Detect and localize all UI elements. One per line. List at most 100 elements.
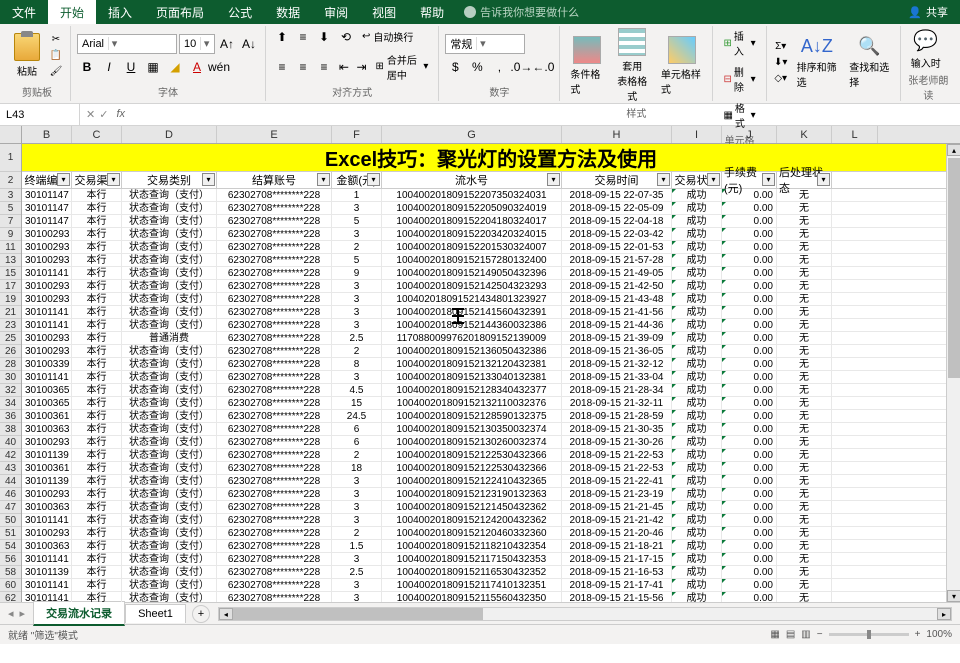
cell[interactable]: 62302708********228 [217,254,332,266]
cell[interactable]: 62302708********228 [217,540,332,552]
cell[interactable]: 成功 [672,566,722,578]
cell[interactable]: 无 [777,267,832,279]
cell[interactable]: 30101141 [22,267,72,279]
cell[interactable]: 30101141 [22,553,72,565]
font-color-button[interactable]: A [187,57,207,77]
cell[interactable]: 62302708********228 [217,228,332,240]
find-select-button[interactable]: 🔍查找和选择 [845,34,894,91]
cell[interactable]: 62302708********228 [217,449,332,461]
cut-button[interactable]: ✂ [48,32,64,46]
cell[interactable]: 0.00 [722,202,777,214]
scroll-down-button[interactable]: ▾ [947,590,960,602]
cell[interactable]: 30100363 [22,501,72,513]
table-header-cell[interactable]: 交易状态▾ [672,172,722,188]
align-right-button[interactable]: ≡ [314,57,334,77]
cell[interactable]: 0.00 [722,397,777,409]
cell[interactable]: 2018-09-15 21-28-34 [562,384,672,396]
cell[interactable]: 状态查询（支付） [122,462,217,474]
cell[interactable]: 62302708********228 [217,553,332,565]
col-header-I[interactable]: I [672,126,722,143]
row-header[interactable]: 25 [0,332,21,345]
cell[interactable]: 2018-09-15 21-20-46 [562,527,672,539]
cell[interactable]: 100400201809152207350324031 [382,189,562,201]
cell[interactable]: 30100293 [22,527,72,539]
cell[interactable]: 成功 [672,254,722,266]
cell[interactable]: 0.00 [722,566,777,578]
row-header[interactable]: 2 [0,172,21,189]
row-header[interactable]: 11 [0,241,21,254]
cell[interactable]: 成功 [672,293,722,305]
cell[interactable]: 状态查询（支付） [122,397,217,409]
cell[interactable]: 成功 [672,540,722,552]
cell[interactable]: 2018-09-15 21-21-45 [562,501,672,513]
tab-insert[interactable]: 插入 [96,0,144,24]
cell[interactable]: 100400201809152120460332360 [382,527,562,539]
cell[interactable]: 30101139 [22,566,72,578]
cell[interactable]: 2 [332,449,382,461]
zoom-in-button[interactable]: + [915,629,921,640]
cell[interactable]: 2018-09-15 21-22-53 [562,449,672,461]
cell[interactable]: 30101141 [22,579,72,591]
cell[interactable]: 62302708********228 [217,319,332,331]
row-header[interactable]: 62 [0,592,21,602]
col-header-D[interactable]: D [122,126,217,143]
table-row[interactable]: 30100293本行普通消费62302708********2282.51170… [22,332,960,345]
fx-button[interactable]: fx [112,108,129,121]
cell[interactable]: 0.00 [722,215,777,227]
view-break-button[interactable]: ▥ [801,629,810,640]
cell[interactable]: 本行 [72,566,122,578]
cell[interactable]: 100400201809152121450432362 [382,501,562,513]
cell[interactable]: 本行 [72,332,122,344]
tab-home[interactable]: 开始 [48,0,96,24]
cell[interactable]: 100400201809152205090324019 [382,202,562,214]
underline-button[interactable]: U [121,57,141,77]
cell[interactable]: 62302708********228 [217,527,332,539]
col-header-C[interactable]: C [72,126,122,143]
filter-button[interactable]: ▾ [547,173,560,186]
cell[interactable]: 2018-09-15 21-18-21 [562,540,672,552]
table-header-cell[interactable]: 手续费(元)▾ [722,172,777,188]
cell[interactable]: 5 [332,215,382,227]
cell[interactable]: 成功 [672,241,722,253]
row-header[interactable]: 32 [0,384,21,397]
cell[interactable]: 2018-09-15 21-41-56 [562,306,672,318]
cell[interactable]: 30100293 [22,488,72,500]
enter-formula-button[interactable]: ✓ [99,108,108,121]
table-row[interactable]: 30100293本行状态查询（支付）62302708********228210… [22,241,960,254]
cell[interactable]: 无 [777,345,832,357]
cell[interactable]: 100400201809152122530432366 [382,462,562,474]
cell[interactable]: 成功 [672,280,722,292]
cell[interactable]: 4.5 [332,384,382,396]
cell[interactable]: 成功 [672,319,722,331]
cell[interactable]: 2 [332,527,382,539]
cell[interactable]: 本行 [72,215,122,227]
cell[interactable]: 0.00 [722,514,777,526]
table-row[interactable]: 30100339本行状态查询（支付）62302708********228810… [22,358,960,371]
cell[interactable]: 2018-09-15 21-49-05 [562,267,672,279]
cell[interactable]: 无 [777,306,832,318]
scroll-left-button[interactable]: ◂ [219,608,233,620]
col-header-K[interactable]: K [777,126,832,143]
cell[interactable]: 3 [332,280,382,292]
cell[interactable]: 无 [777,592,832,602]
cell[interactable]: 100400201809152122530432366 [382,449,562,461]
cell[interactable]: 2018-09-15 21-30-26 [562,436,672,448]
decrease-indent-button[interactable]: ⇤ [336,57,352,77]
cell[interactable]: 状态查询（支付） [122,436,217,448]
cell[interactable]: 状态查询（支付） [122,267,217,279]
row-header[interactable]: 34 [0,397,21,410]
increase-indent-button[interactable]: ⇥ [354,57,370,77]
row-header[interactable]: 56 [0,553,21,566]
cell[interactable]: 2018-09-15 21-39-09 [562,332,672,344]
cell[interactable]: 成功 [672,410,722,422]
cell[interactable]: 2018-09-15 21-57-28 [562,254,672,266]
row-header[interactable]: 43 [0,462,21,475]
cell[interactable]: 62302708********228 [217,371,332,383]
cell[interactable]: 状态查询（支付） [122,345,217,357]
cell[interactable]: 状态查询（支付） [122,228,217,240]
cell[interactable]: 2018-09-15 21-22-41 [562,475,672,487]
table-row[interactable]: 30101141本行状态查询（支付）62302708********228310… [22,514,960,527]
cell[interactable]: 本行 [72,254,122,266]
voice-input-button[interactable]: 💬输入时 [907,26,945,72]
cell[interactable]: 62302708********228 [217,423,332,435]
